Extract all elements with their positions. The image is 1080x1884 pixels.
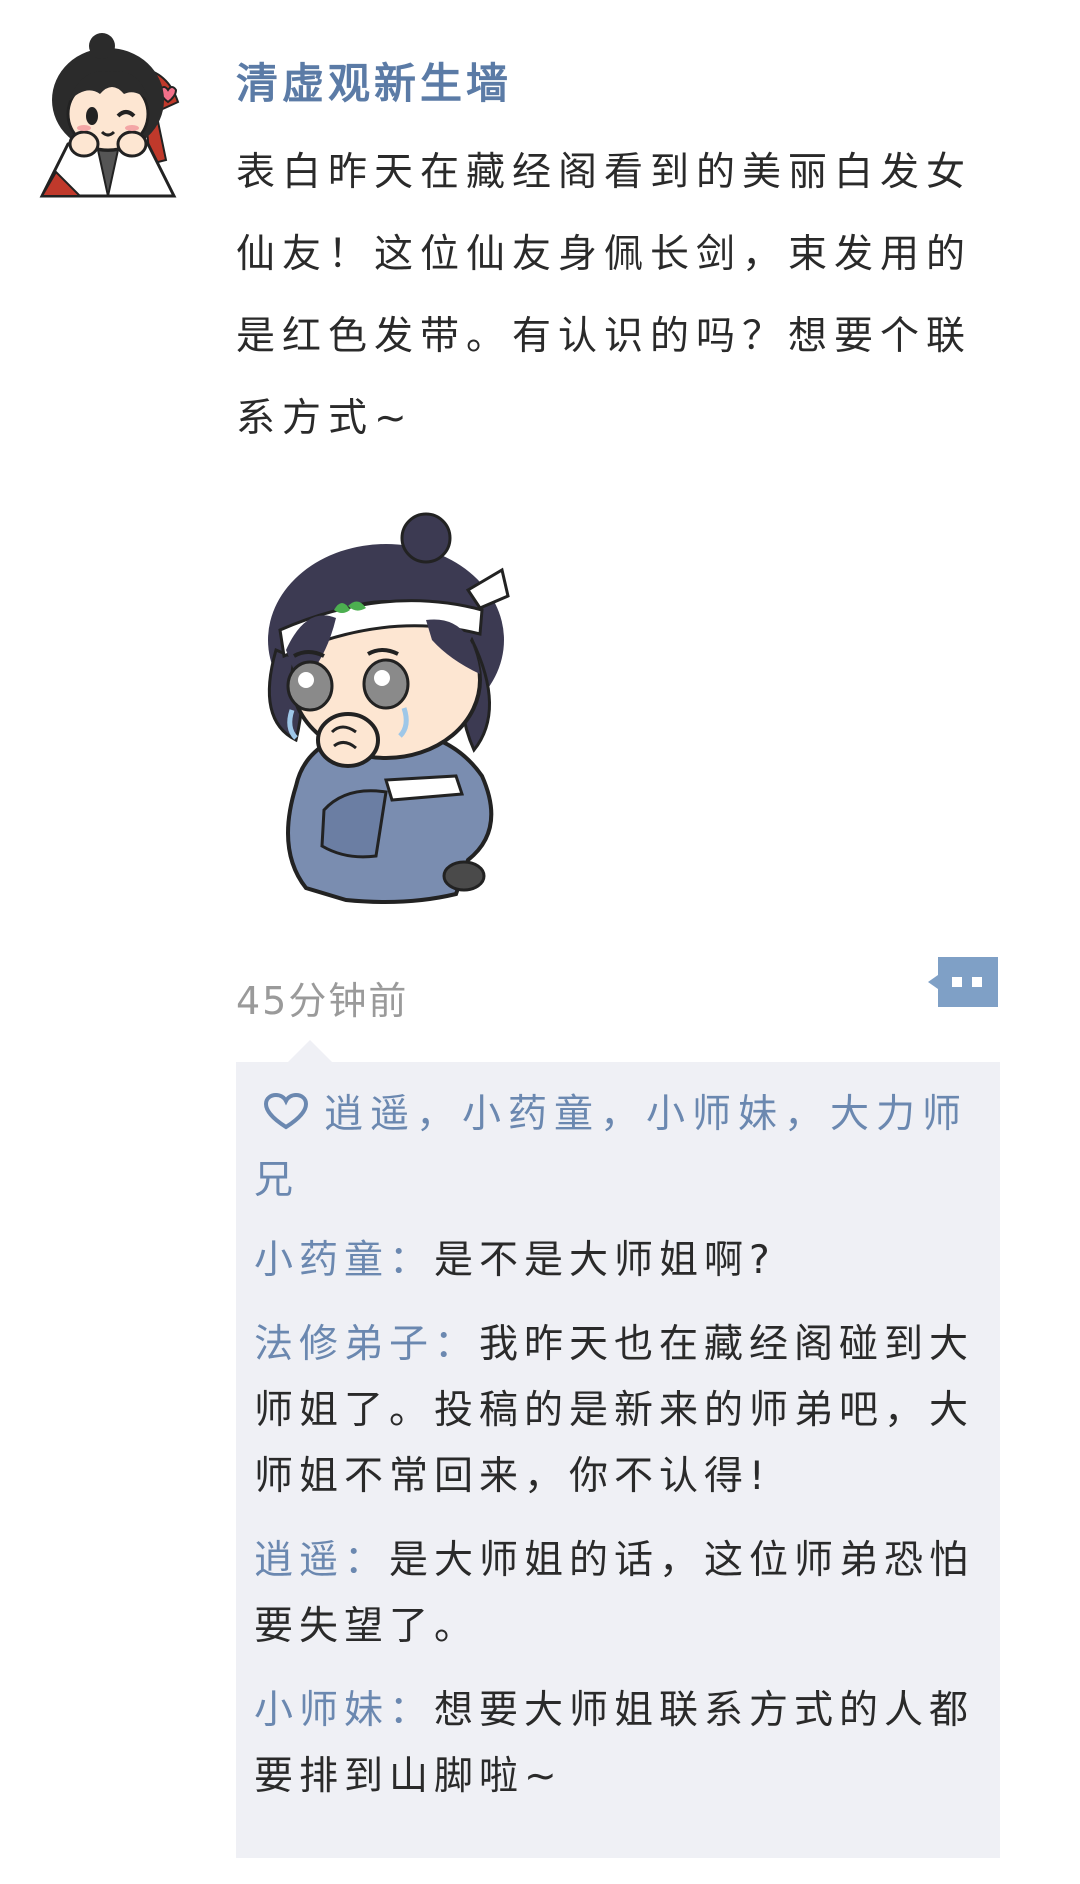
comment-author[interactable]: 逍遥： bbox=[254, 1538, 389, 1583]
likes-row: 逍遥，小药童，小师妹，大力师兄 bbox=[254, 1082, 982, 1214]
comment-item[interactable]: 小师妹：想要大师姐联系方式的人都要排到山脚啦~ bbox=[254, 1678, 982, 1810]
comment-author[interactable]: 小师妹： bbox=[254, 1688, 434, 1733]
comment-button[interactable] bbox=[928, 955, 1000, 1009]
comment-item[interactable]: 逍遥：是大师姐的话，这位师弟恐怕要失望了。 bbox=[254, 1528, 982, 1660]
likes-comments-panel: 逍遥，小药童，小师妹，大力师兄 小药童：是不是大师姐啊? 法修弟子：我昨天也在藏… bbox=[236, 1040, 1000, 1858]
comment-item[interactable]: 法修弟子：我昨天也在藏经阁碰到大师姐了。投稿的是新来的师弟吧，大师姐不常回来，你… bbox=[254, 1312, 982, 1510]
post-text: 表白昨天在藏经阁看到的美丽白发女仙友！这位仙友身佩长剑，束发用的是红色发带。有认… bbox=[236, 150, 973, 441]
post-sticker-image[interactable] bbox=[236, 510, 552, 906]
post-author-name[interactable]: 清虚观新生墙 bbox=[236, 56, 512, 112]
moments-post: 清虚观新生墙 表白昨天在藏经阁看到的美丽白发女仙友！这位仙友身佩长剑，束发用的是… bbox=[0, 0, 1080, 1884]
likes-names[interactable]: 逍遥，小药童，小师妹，大力师兄 bbox=[254, 1092, 968, 1203]
comment-text: 是不是大师姐啊? bbox=[434, 1238, 776, 1283]
comment-dots-icon bbox=[928, 957, 998, 1007]
avatar[interactable] bbox=[28, 32, 188, 200]
heart-icon bbox=[260, 1086, 312, 1130]
comment-author[interactable]: 小药童： bbox=[254, 1238, 434, 1283]
comment-item[interactable]: 小药童：是不是大师姐啊? bbox=[254, 1228, 982, 1294]
post-timestamp: 45分钟前 bbox=[236, 979, 409, 1023]
comment-author[interactable]: 法修弟子： bbox=[254, 1322, 479, 1367]
